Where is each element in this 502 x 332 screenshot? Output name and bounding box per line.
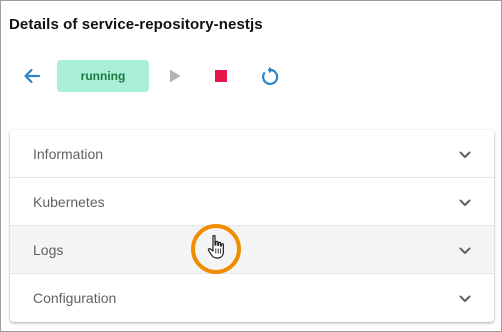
play-icon [170, 69, 181, 83]
panel-label: Kubernetes [33, 193, 105, 210]
status-badge: running [57, 60, 149, 92]
chevron-down-icon [459, 151, 471, 158]
panel-label: Configuration [33, 290, 117, 306]
service-toolbar: running [0, 58, 502, 94]
stop-icon [215, 70, 227, 82]
panel-label: Information [33, 145, 104, 162]
panel-information[interactable]: Information [10, 130, 494, 178]
expansion-panels: Information Kubernetes Logs Configuratio… [10, 130, 494, 322]
back-button[interactable] [20, 64, 44, 88]
restart-button[interactable] [256, 64, 282, 90]
panel-label: Logs [33, 241, 64, 258]
chevron-down-icon [459, 295, 471, 302]
chevron-down-icon [459, 199, 471, 206]
chevron-down-icon [459, 247, 471, 254]
restart-icon [262, 66, 279, 85]
stop-button[interactable] [209, 64, 233, 88]
hand-pointer-cursor-icon [207, 234, 224, 259]
panel-logs[interactable]: Logs [10, 226, 494, 274]
panel-configuration[interactable]: Configuration [10, 274, 494, 322]
arrow-left-icon [24, 68, 41, 84]
page-title: Details of service-repository-nestjs [9, 16, 263, 33]
start-button[interactable] [163, 64, 187, 88]
panel-kubernetes[interactable]: Kubernetes [10, 178, 494, 226]
